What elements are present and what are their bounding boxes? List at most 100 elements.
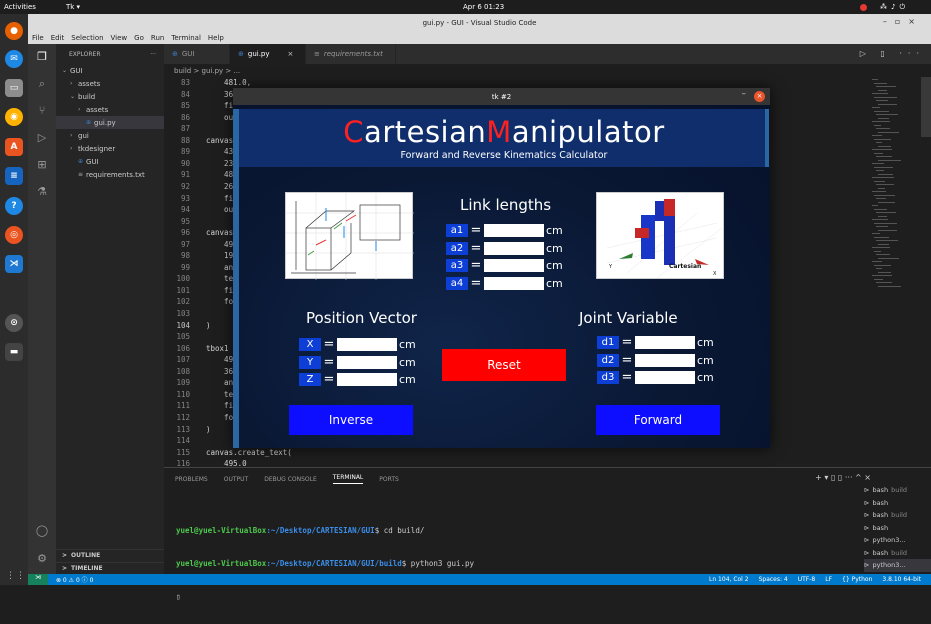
cursor-position[interactable]: Ln 104, Col 2 bbox=[709, 576, 749, 583]
settings-gear-icon[interactable]: ⚙ bbox=[35, 552, 49, 566]
code-line: 99 an bbox=[164, 263, 233, 275]
vscode-icon[interactable]: ⋊ bbox=[5, 255, 23, 273]
language-mode[interactable]: {} Python bbox=[842, 576, 872, 583]
menu-item-run[interactable]: Run bbox=[151, 34, 164, 42]
editor-actions[interactable]: ▷ ▯ ··· bbox=[860, 49, 925, 58]
position-input-y[interactable] bbox=[337, 355, 397, 369]
window-controls[interactable]: –▫× bbox=[883, 17, 923, 26]
tree-item-gui-py[interactable]: ⊕ gui.py bbox=[56, 116, 164, 129]
source-control-icon[interactable]: ⑂ bbox=[35, 104, 49, 118]
account-icon[interactable]: ◯ bbox=[35, 524, 49, 538]
clock[interactable]: Apr 6 01:23 bbox=[463, 3, 504, 11]
thunderbird-icon[interactable]: ✉ bbox=[5, 50, 23, 68]
links-input-a4[interactable] bbox=[484, 276, 544, 290]
menu-item-edit[interactable]: Edit bbox=[51, 34, 65, 42]
writer-icon[interactable]: ≡ bbox=[5, 167, 23, 185]
joints-input-d3[interactable] bbox=[635, 371, 695, 384]
testing-icon[interactable]: ⚗ bbox=[35, 185, 49, 199]
trash-icon[interactable]: ▬ bbox=[5, 343, 23, 361]
joints-input-d2[interactable] bbox=[635, 353, 695, 367]
terminal-instance[interactable]: ⊳ bash build bbox=[864, 484, 931, 497]
panel-tab-problems[interactable]: PROBLEMS bbox=[175, 476, 208, 483]
panel-tab-ports[interactable]: PORTS bbox=[379, 476, 399, 483]
panel-tab-output[interactable]: OUTPUT bbox=[224, 476, 248, 483]
menu-item-file[interactable]: File bbox=[32, 34, 44, 42]
forward-button[interactable]: Forward bbox=[596, 405, 720, 435]
run-debug-icon[interactable]: ▷ bbox=[35, 131, 49, 145]
tree-item-gui[interactable]: › gui bbox=[56, 129, 164, 142]
menu-item-selection[interactable]: Selection bbox=[71, 34, 103, 42]
minimap-line bbox=[876, 142, 882, 143]
minimap[interactable] bbox=[870, 77, 920, 467]
tab-gui-py[interactable]: ⊕ gui.py × bbox=[230, 44, 306, 64]
links-input-a3[interactable] bbox=[484, 259, 544, 272]
tree-item-assets[interactable]: › assets bbox=[56, 103, 164, 116]
indentation[interactable]: Spaces: 4 bbox=[759, 576, 788, 583]
close-icon[interactable]: × bbox=[754, 91, 765, 102]
terminal-cursor: ▯ bbox=[176, 592, 181, 601]
terminal-instance[interactable]: ⊳ bash build bbox=[864, 547, 931, 560]
explorer-more-icon[interactable]: ··· bbox=[150, 51, 156, 58]
files-icon[interactable]: ▭ bbox=[5, 79, 23, 97]
tab-close-icon[interactable]: × bbox=[288, 50, 294, 58]
tree-item-assets[interactable]: › assets bbox=[56, 77, 164, 90]
inverse-button[interactable]: Inverse bbox=[289, 405, 413, 435]
rhythmbox-icon[interactable]: ◉ bbox=[5, 108, 23, 126]
activities-button[interactable]: Activities bbox=[4, 3, 36, 11]
panel-actions[interactable]: + ▾ ▯ ▯ ··· ^ × bbox=[815, 473, 871, 482]
software-icon[interactable]: A bbox=[5, 138, 23, 156]
panel-tab-terminal[interactable]: TERMINAL bbox=[332, 474, 364, 484]
terminal-instance[interactable]: ⊳ python3... bbox=[864, 559, 931, 572]
extensions-icon[interactable]: ⊞ bbox=[35, 158, 49, 172]
terminal-output[interactable]: yuel@yuel-VirtualBox:~/Desktop/CARTESIAN… bbox=[176, 503, 474, 624]
tab-requirements[interactable]: ≡ requirements.txt bbox=[306, 44, 396, 64]
ubuntu-icon[interactable]: ◎ bbox=[5, 226, 23, 244]
problems-count[interactable]: ⊗ 0 ⚠ 0 ⓘ 0 bbox=[56, 575, 93, 584]
breadcrumb[interactable]: build > gui.py > ... bbox=[164, 64, 931, 77]
outline-section[interactable]: > OUTLINE bbox=[56, 549, 164, 561]
menu-item-terminal[interactable]: Terminal bbox=[171, 34, 201, 42]
joints-input-d1[interactable] bbox=[635, 336, 695, 349]
editor-scrollbar[interactable] bbox=[921, 77, 931, 137]
menu-item-help[interactable]: Help bbox=[208, 34, 224, 42]
timeline-section[interactable]: > TIMELINE bbox=[56, 562, 164, 574]
terminal-instance[interactable]: ⊳ bash bbox=[864, 497, 931, 510]
encoding[interactable]: UTF-8 bbox=[798, 576, 816, 583]
tree-item-gui[interactable]: ⊕ GUI bbox=[56, 155, 164, 168]
help-icon[interactable]: ? bbox=[5, 197, 23, 215]
links-input-a2[interactable] bbox=[484, 241, 544, 255]
tree-item-tkdesigner[interactable]: › tkdesigner bbox=[56, 142, 164, 155]
tree-item-gui[interactable]: ⌄ GUI bbox=[56, 64, 164, 77]
disc-icon[interactable]: ⊙ bbox=[5, 314, 23, 332]
terminal-instance[interactable]: ⊳ bash build bbox=[864, 509, 931, 522]
tree-item-build[interactable]: ⌄ build bbox=[56, 90, 164, 103]
remote-indicator-icon[interactable]: ⋊ bbox=[28, 574, 48, 585]
eol[interactable]: LF bbox=[825, 576, 832, 583]
line-number: 106 bbox=[176, 343, 190, 353]
code-line: 98 19 bbox=[164, 251, 233, 263]
panel-tab-debug-console[interactable]: DEBUG CONSOLE bbox=[264, 476, 317, 483]
terminal-instance[interactable]: ⊳ bash bbox=[864, 522, 931, 535]
python-interpreter[interactable]: 3.8.10 64-bit bbox=[882, 576, 921, 583]
search-icon[interactable]: ⌕ bbox=[35, 77, 49, 91]
menu-item-view[interactable]: View bbox=[111, 34, 128, 42]
tree-item-requirements-txt[interactable]: ≡ requirements.txt bbox=[56, 168, 164, 181]
unit-label: cm bbox=[399, 355, 416, 369]
menu-item-go[interactable]: Go bbox=[134, 34, 144, 42]
firefox-icon[interactable]: ● bbox=[5, 22, 23, 40]
equals-sign: = bbox=[470, 258, 482, 273]
position-input-z[interactable] bbox=[337, 373, 397, 386]
code-line: 89 43 bbox=[164, 147, 233, 159]
terminal-instance[interactable]: ⊳ python3... bbox=[864, 534, 931, 547]
minimap-line bbox=[874, 180, 885, 182]
links-input-a1[interactable] bbox=[484, 224, 544, 237]
reset-button[interactable]: Reset bbox=[442, 349, 566, 381]
position-input-x[interactable] bbox=[337, 338, 397, 351]
app-menu[interactable]: Tk ▾ bbox=[66, 3, 80, 11]
minimize-icon[interactable]: – bbox=[742, 89, 747, 99]
tab-gui[interactable]: ⊕ GUI bbox=[164, 44, 230, 64]
explorer-icon[interactable]: ❐ bbox=[35, 50, 49, 64]
minimap-line bbox=[874, 222, 897, 224]
code-line: 87 bbox=[164, 124, 206, 136]
system-tray-icons[interactable]: ⁂♪⏻ bbox=[880, 3, 909, 12]
